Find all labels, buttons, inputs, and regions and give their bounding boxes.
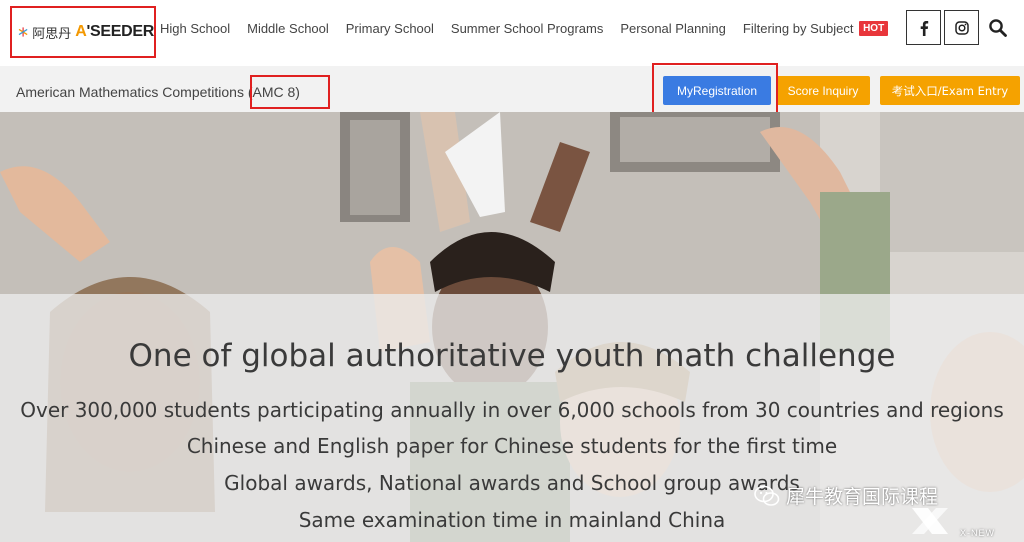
watermark-x-logo-icon xyxy=(912,508,948,534)
nav-item-summer-school[interactable]: Summer School Programs xyxy=(451,21,603,37)
hot-badge: HOT xyxy=(859,21,889,36)
watermark-sub-text: X-NEW xyxy=(960,528,995,538)
brand-name-en: A'SEEDER xyxy=(75,23,154,40)
wechat-icon xyxy=(754,485,780,506)
score-inquiry-button[interactable]: Score Inquiry xyxy=(776,76,870,105)
top-navigation-bar: 阿思丹 A'SEEDER High School Middle School P… xyxy=(0,0,1024,66)
nav-item-filter-subject-label: Filtering by Subject xyxy=(742,21,854,36)
brand-name-cn: 阿思丹 xyxy=(32,26,72,42)
hero-title: One of global authoritative youth math c… xyxy=(128,338,896,374)
watermark-text: 犀牛教育国际课程 xyxy=(786,486,939,508)
competition-subheader: American Mathematics Competitions (AMC 8… xyxy=(0,66,1024,112)
nav-item-personal-planning[interactable]: Personal Planning xyxy=(620,21,726,37)
highlight-box-registration xyxy=(652,63,778,115)
facebook-button[interactable] xyxy=(906,10,941,45)
facebook-icon xyxy=(920,20,928,36)
nav-item-high-school[interactable]: High School xyxy=(160,21,230,37)
nav-item-filter-subject[interactable]: Filtering by Subject HOT xyxy=(742,21,889,37)
instagram-icon xyxy=(954,20,969,35)
exam-entry-button[interactable]: 考试入口/Exam Entry xyxy=(880,76,1020,105)
brand-star-icon xyxy=(18,27,28,37)
hero-line-exam-time: Same examination time in mainland China xyxy=(298,508,726,532)
main-nav: High School Middle School Primary School… xyxy=(160,21,894,37)
nav-item-middle-school[interactable]: Middle School xyxy=(247,21,329,37)
instagram-button[interactable] xyxy=(944,10,979,45)
hero-line-paper: Chinese and English paper for Chinese st… xyxy=(186,434,838,458)
highlight-box-amc8 xyxy=(250,75,330,109)
brand-logo[interactable]: 阿思丹 A'SEEDER xyxy=(10,6,156,58)
hero-line-participants: Over 300,000 students participating annu… xyxy=(20,398,1004,422)
nav-item-primary-school[interactable]: Primary School xyxy=(346,21,434,37)
watermark: 犀牛教育国际课程 xyxy=(754,482,938,509)
search-icon[interactable] xyxy=(988,18,1008,38)
